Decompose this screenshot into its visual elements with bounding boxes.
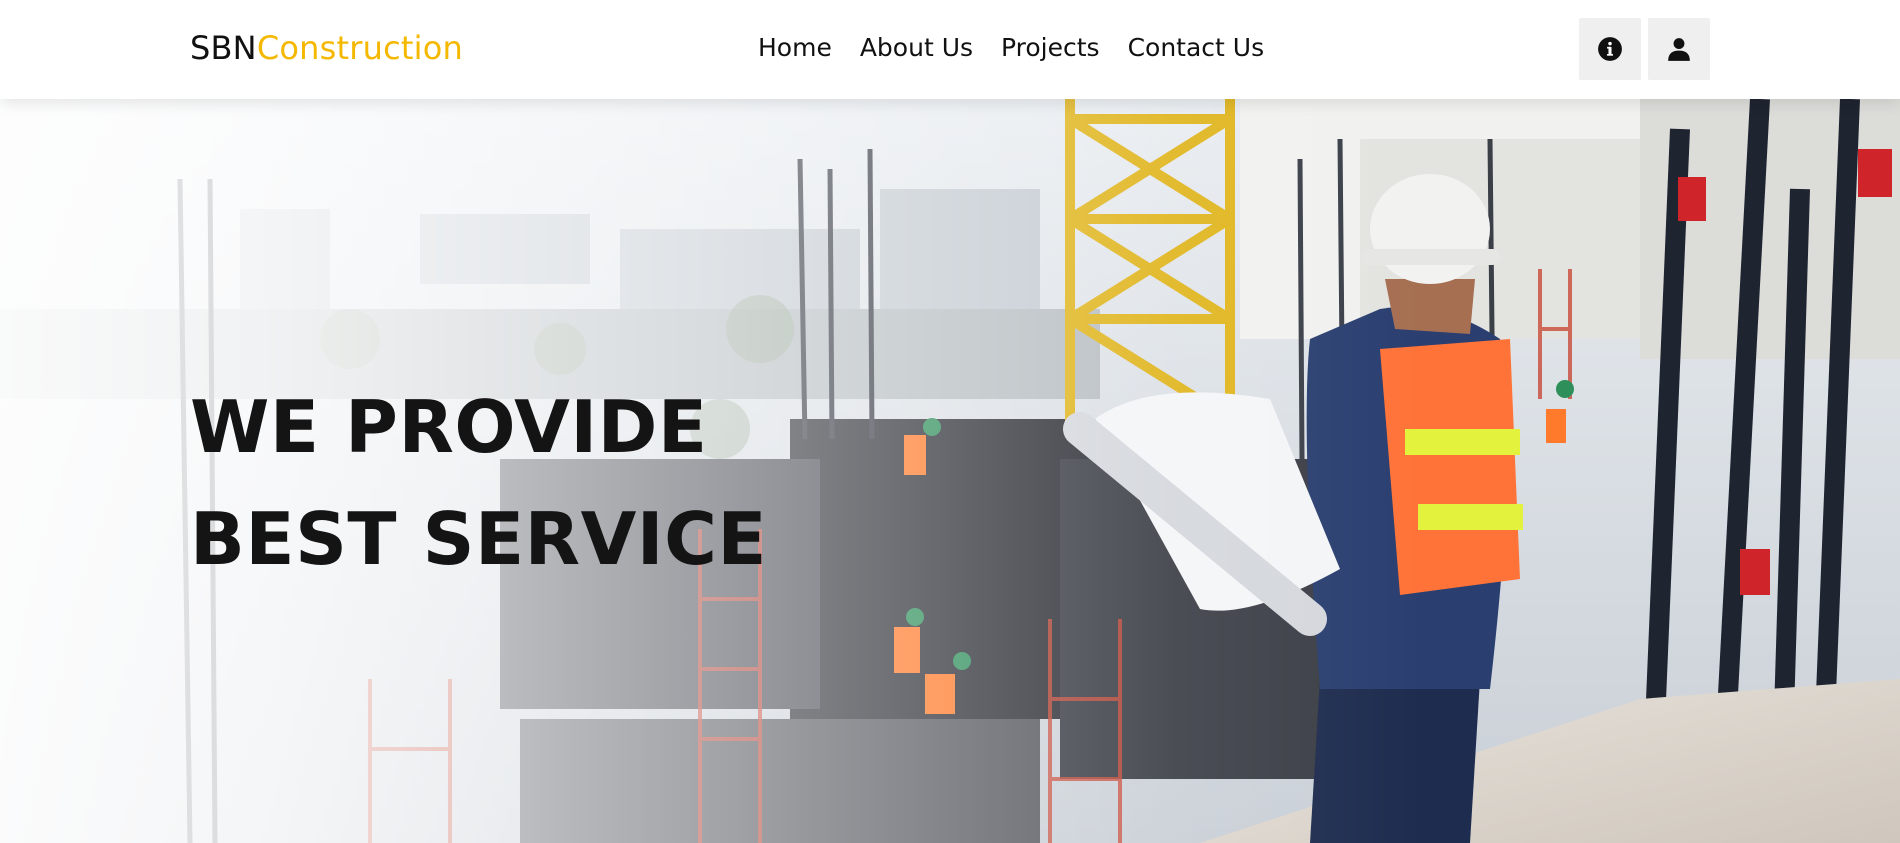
hero-banner: WE PROVIDE BEST SERVICE	[0, 99, 1900, 843]
nav-link-projects[interactable]: Projects	[1001, 33, 1100, 62]
nav-item-about: About Us	[860, 30, 973, 66]
nav-item-home: Home	[758, 30, 832, 66]
brand-accent-text: Construction	[256, 29, 463, 67]
hero-headline-line-1: WE PROVIDE	[190, 385, 708, 469]
navbar: SBNConstruction Home About Us Projects C…	[0, 0, 1900, 99]
account-button[interactable]	[1648, 18, 1710, 80]
hero-headline: WE PROVIDE BEST SERVICE	[190, 371, 767, 595]
nav-link-home[interactable]: Home	[758, 33, 832, 62]
info-circle-icon	[1598, 37, 1622, 61]
user-icon	[1668, 38, 1690, 61]
nav-item-projects: Projects	[1001, 30, 1100, 66]
brand-primary-text: SBN	[190, 29, 257, 67]
brand-logo[interactable]: SBNConstruction	[190, 28, 463, 68]
nav-item-contact: Contact Us	[1128, 30, 1265, 66]
nav-menu: Home About Us Projects Contact Us	[758, 30, 1292, 66]
nav-link-about-us[interactable]: About Us	[860, 33, 973, 62]
nav-link-contact-us[interactable]: Contact Us	[1128, 33, 1265, 62]
hero-headline-line-2: BEST SERVICE	[190, 497, 768, 581]
info-button[interactable]	[1579, 18, 1641, 80]
